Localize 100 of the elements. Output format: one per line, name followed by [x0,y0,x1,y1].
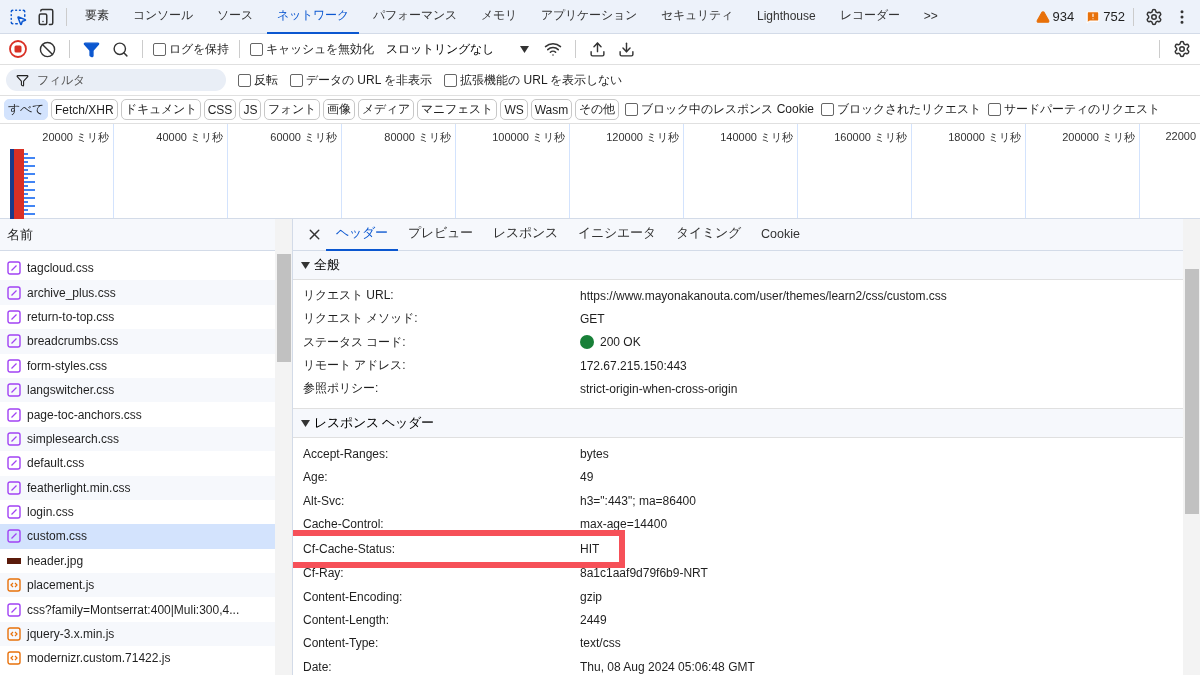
header-value: strict-origin-when-cross-origin [580,381,738,396]
stylesheet-file-icon [7,407,21,422]
checkbox[interactable]: キャッシュを無効化 [250,40,374,58]
header-name: リモート アドレス: [303,357,407,375]
header-name: リクエスト URL: [303,287,395,305]
checkbox[interactable]: サードパーティのリクエスト [988,101,1160,118]
resource-type-filter[interactable]: すべて [4,99,48,120]
record-stop-icon[interactable] [6,37,30,61]
detail-tab[interactable]: イニシエータ [568,219,666,251]
header-name: Content-Encoding: [303,589,404,604]
request-row[interactable]: langswitcher.css [0,377,275,403]
stylesheet-file-icon [7,505,21,520]
scrollbar-thumb[interactable] [1184,269,1199,514]
panel-tab[interactable]: セキュリティ [651,0,743,34]
image-file-icon [7,557,21,564]
request-row[interactable]: custom.css [0,524,275,549]
timeline-tick-label: 22000 [1164,129,1197,144]
resource-type-filter[interactable]: Wasm [530,99,573,120]
header-value: text/css [580,636,621,651]
header-name: Cf-Cache-Status: [303,541,397,556]
panel-tab[interactable]: パフォーマンス [363,0,467,34]
section-header[interactable]: レスポンス ヘッダー [293,409,1183,439]
header-name: Cf-Ray: [303,566,345,581]
panel-tab[interactable]: ネットワーク [267,0,359,34]
resource-type-filter[interactable]: CSS [203,99,237,120]
header-name: Cache-Control: [303,517,385,531]
panel-tab[interactable]: アプリケーション [531,0,647,34]
resource-type-filter[interactable]: その他 [575,99,620,120]
header-value: max-age=14400 [580,517,668,531]
request-row[interactable]: placement.js [0,573,275,598]
resource-type-filter[interactable]: 画像 [323,99,356,120]
caret-icon [520,45,529,53]
script-file-icon [7,578,21,593]
resource-type-filter[interactable]: JS [239,99,262,120]
header-value: Thu, 08 Aug 2024 05:06:48 GMT [580,659,755,674]
throttling-dropdown[interactable]: スロットリングなし [380,40,535,58]
detail-tab[interactable]: Cookie [751,219,810,251]
warning-icon [1035,9,1050,24]
header-name: Alt-Svc: [303,493,346,508]
stylesheet-file-icon [7,480,21,495]
more-tabs-button[interactable]: >> [913,0,948,34]
stylesheet-file-icon [7,602,21,617]
header-name: ステータス コード: [303,333,407,351]
scrollbar-thumb[interactable] [276,254,291,362]
filter-input[interactable]: フィルタ [35,72,205,88]
timeline-tick-label: 180000 ミリ秒 [912,124,1026,218]
resource-type-filter[interactable]: ドキュメント [120,99,201,120]
header-name: リクエスト メソッド: [303,310,419,328]
section-header[interactable]: 全般 [293,251,1183,280]
panel-tab[interactable]: メモリ [471,0,527,34]
request-row[interactable]: archive_plus.css [0,280,275,305]
header-value: 49 [580,470,594,485]
header-value: 2449 [580,612,607,627]
errors-counter[interactable]: 752 [1086,9,1125,24]
checkbox[interactable]: 拡張機能の URL を表示しない [444,71,623,89]
header-value: 172.67.215.150:443 [580,358,687,373]
panel-tab[interactable]: 要素 [75,0,119,34]
header-value: bytes [580,447,609,462]
timeline-tick-label: 160000 ミリ秒 [798,124,912,218]
timeline-tick-label: 100000 ミリ秒 [456,124,570,218]
panel-tab[interactable]: Lighthouse [747,0,826,34]
detail-tab[interactable]: レスポンス [483,219,568,251]
header-value: GET [580,311,605,326]
request-row[interactable]: jquery-3.x.min.js [0,621,275,647]
header-value: gzip [580,589,602,604]
panel-tab[interactable]: ソース [207,0,263,34]
stylesheet-file-icon [7,285,21,300]
panel-tab[interactable]: レコーダー [829,0,910,34]
stylesheet-file-icon [7,529,21,544]
timeline-tick-label: 80000 ミリ秒 [342,124,456,218]
checkbox[interactable]: ブロックされたリクエスト [821,101,981,118]
resource-type-filter[interactable]: フォント [264,99,321,120]
request-row[interactable]: simplesearch.css [0,426,275,452]
filter-field[interactable]: フィルタ [6,69,226,91]
checkbox[interactable]: ログを保持 [153,40,229,58]
checkbox[interactable]: 反転 [238,71,278,89]
checkbox[interactable]: データの URL を非表示 [290,71,433,89]
timeline-tick-label: 120000 ミリ秒 [570,124,684,218]
stylesheet-file-icon [7,456,21,471]
column-header[interactable]: 名前 [0,219,275,251]
resource-type-filter[interactable]: WS [500,99,528,120]
timeline-tick-label: 40000 ミリ秒 [114,124,228,218]
detail-tab[interactable]: タイミング [666,219,751,251]
detail-tab[interactable]: プレビュー [398,219,483,251]
filter-icon [16,73,29,87]
timeline-tick-label: 60000 ミリ秒 [228,124,342,218]
warnings-counter[interactable]: 934 [1035,9,1075,24]
panel-tab[interactable]: コンソール [123,0,203,34]
checkbox[interactable]: ブロック中のレスポンス Cookie [625,101,814,118]
resource-type-filter[interactable]: マニフェスト [417,99,498,120]
resource-type-filter[interactable]: メディア [358,99,415,120]
request-row[interactable]: breadcrumbs.css [0,329,275,354]
header-name: Age: [303,470,329,485]
timeline-tick-label: 140000 ミリ秒 [684,124,798,218]
request-row[interactable]: featherlight.min.css [0,475,275,500]
stylesheet-file-icon [7,358,21,373]
header-value: 8a1c1aaf9d79f6b9-NRT [580,566,708,581]
script-file-icon [7,651,21,666]
header-value: h3=":443"; ma=86400 [580,493,696,508]
resource-type-filter[interactable]: Fetch/XHR [51,99,118,120]
